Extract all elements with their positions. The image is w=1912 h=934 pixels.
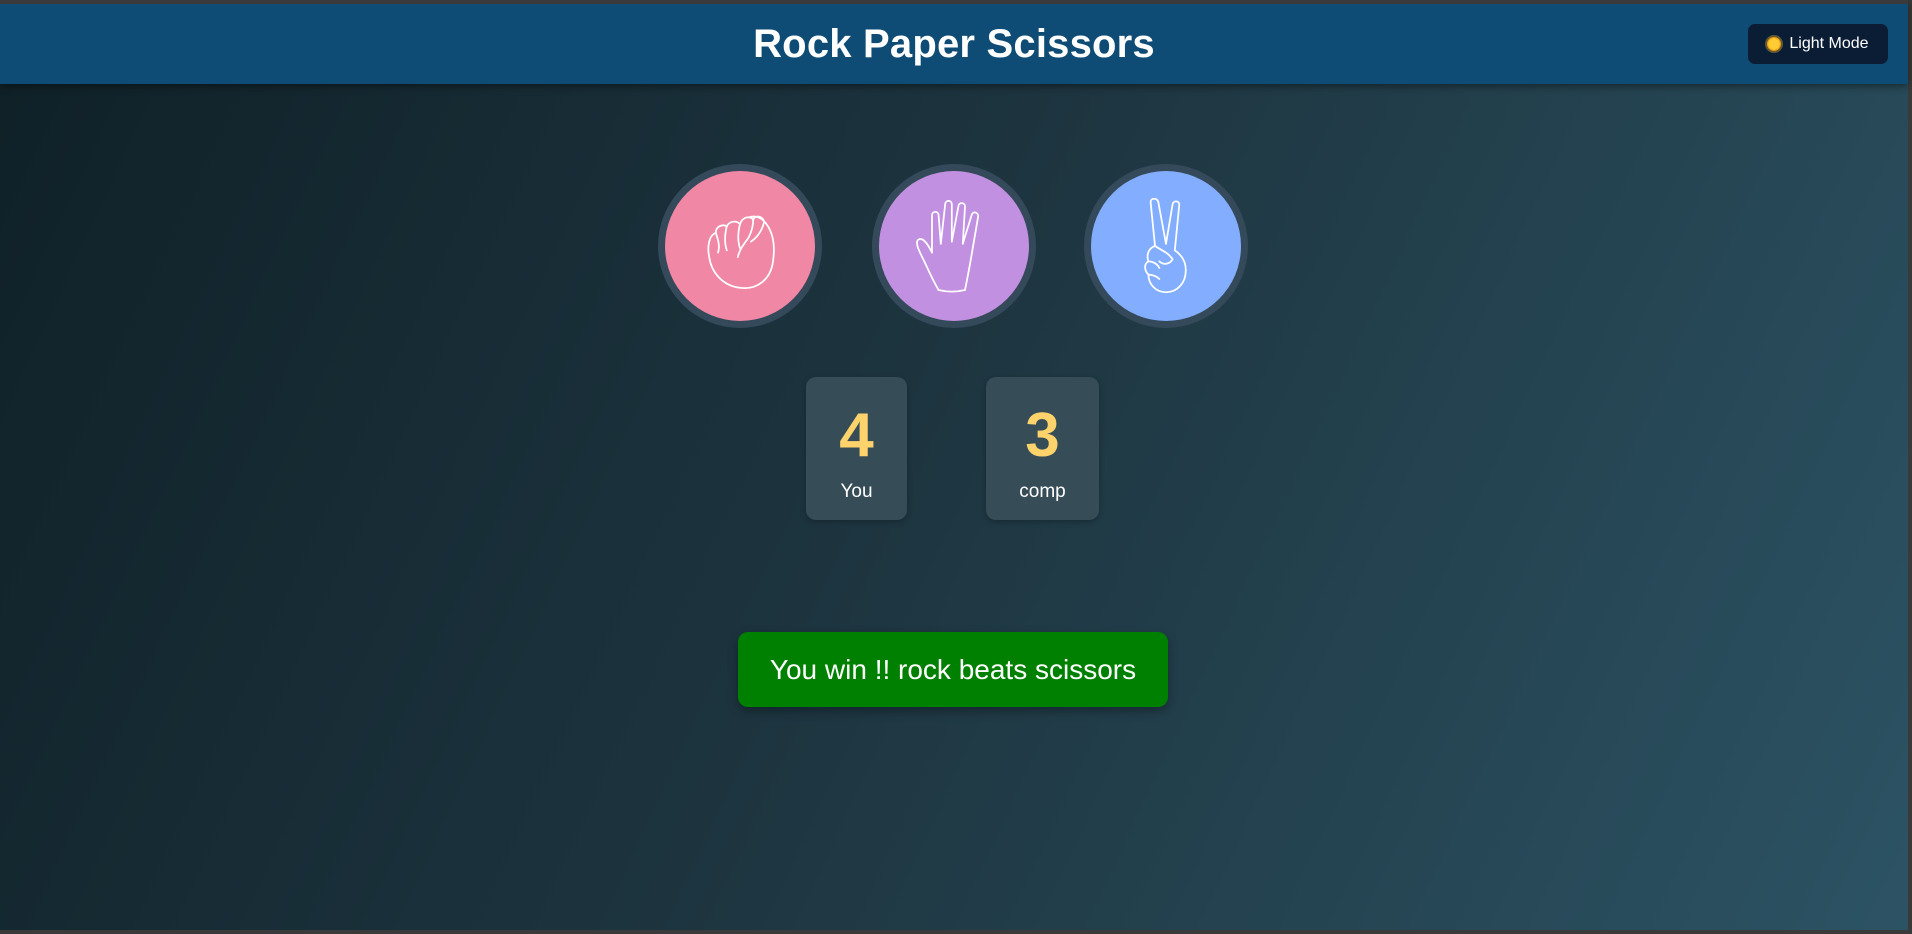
page-title: Rock Paper Scissors: [753, 22, 1155, 66]
user-score: 4: [839, 401, 874, 470]
scissors-choice-button[interactable]: [1084, 164, 1248, 328]
paper-choice-circle: [879, 171, 1029, 321]
light-mode-toggle-button[interactable]: Light Mode: [1748, 24, 1888, 64]
fist-icon: [707, 215, 775, 289]
rock-choice-button[interactable]: [658, 164, 822, 328]
user-score-label: You: [840, 481, 873, 502]
app-background: Rock Paper Scissors Light Mode 4 You 3 c…: [0, 0, 1912, 934]
comp-score-box: 3 comp: [986, 377, 1099, 520]
light-mode-label: Light Mode: [1789, 35, 1869, 52]
sun-icon: [1767, 37, 1782, 51]
open-hand-icon: [916, 200, 980, 293]
scissors-choice-circle: [1091, 171, 1241, 321]
peace-hand-icon: [1144, 197, 1187, 294]
comp-score: 3: [1025, 401, 1060, 470]
comp-score-label: comp: [1019, 481, 1066, 502]
result-message: You win !! rock beats scissors: [738, 632, 1168, 707]
paper-choice-button[interactable]: [872, 164, 1036, 328]
user-score-box: 4 You: [806, 377, 907, 520]
header-bar: Rock Paper Scissors Light Mode: [0, 0, 1908, 84]
rock-choice-circle: [665, 171, 815, 321]
